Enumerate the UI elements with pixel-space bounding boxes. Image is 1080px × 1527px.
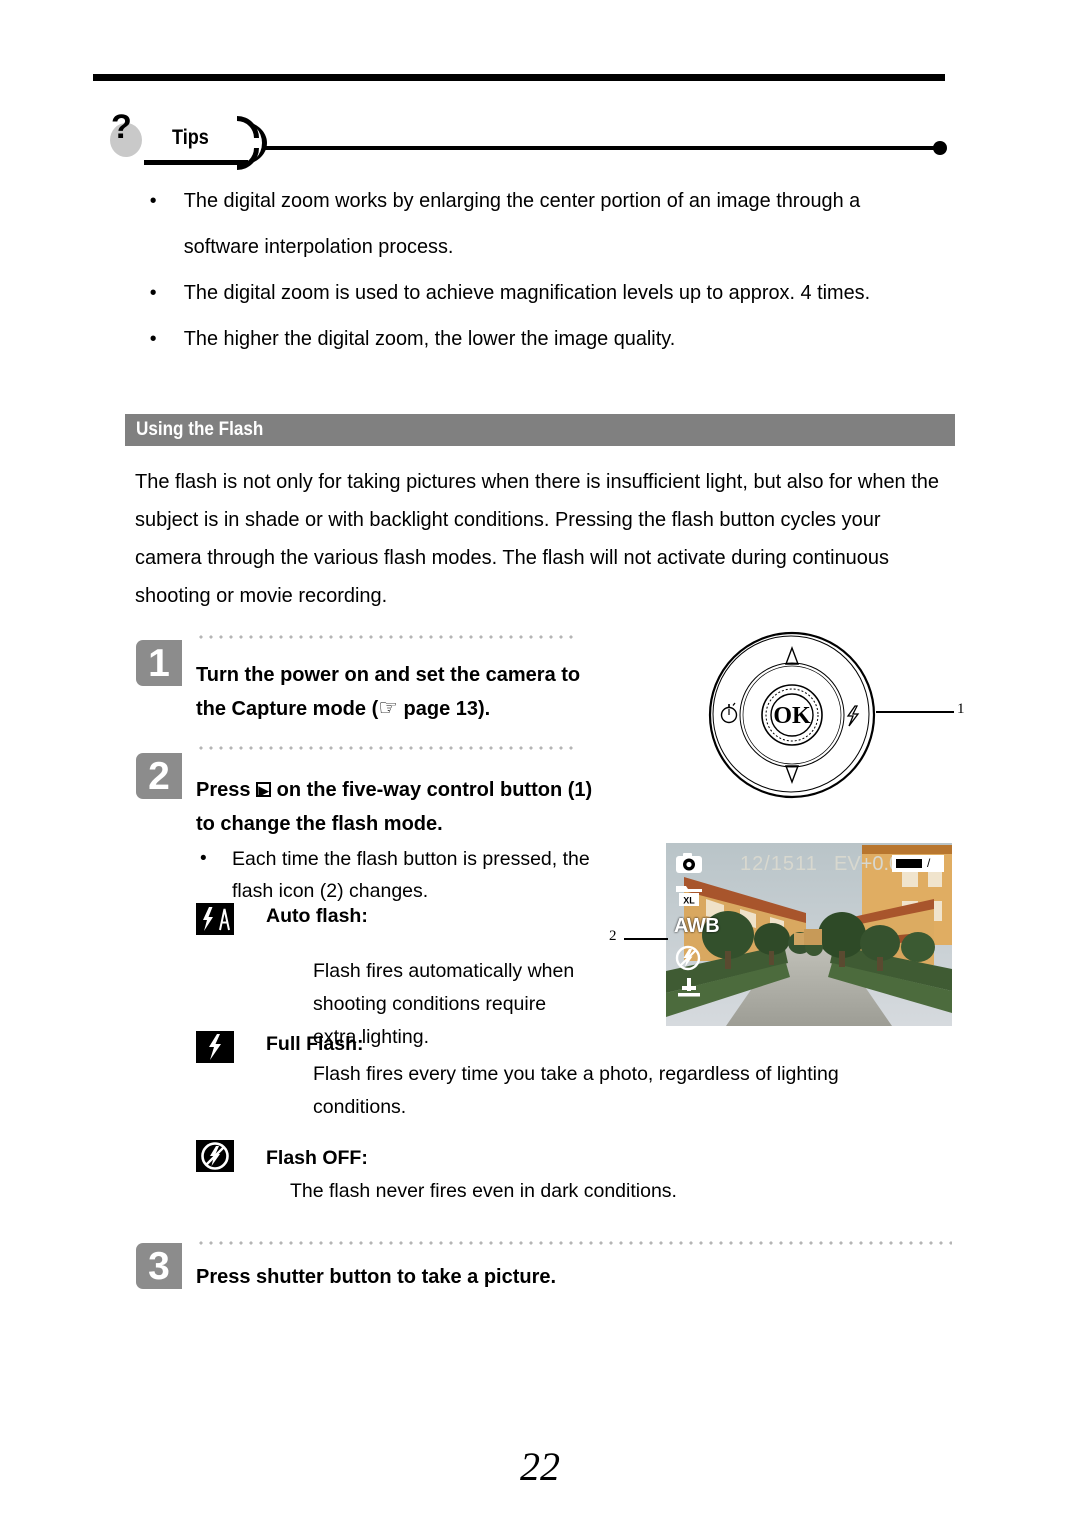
flash-full-icon [196, 1031, 234, 1063]
lcd-callout-label: 2 [609, 928, 617, 944]
right-arrow-icon: ▶ [256, 782, 272, 797]
section-intro-paragraph: The flash is not only for taking picture… [135, 470, 940, 607]
bullet-glyph: • [200, 848, 207, 869]
lcd-callout-leader-line [624, 938, 668, 940]
flash-mode-title-auto: Auto flash: [266, 905, 368, 927]
five-way-control-diagram: OK [705, 628, 880, 803]
pointing-hand-icon: ☞ [378, 696, 398, 721]
svg-text:XL: XL [683, 896, 695, 906]
page-top-rule [93, 74, 945, 81]
flash-mode-description-off: The flash never fires even in dark condi… [290, 1180, 677, 1202]
step-text-2: Press ▶ on the five-way control button (… [196, 773, 596, 841]
tips-horizontal-line [263, 146, 939, 150]
list-item-text: The higher the digital zoom, the lower t… [183, 327, 676, 350]
bullet-glyph: • [149, 282, 157, 304]
section-header-bar: Using the Flash [125, 414, 955, 446]
step-text-3: Press shutter button to take a picture. [196, 1266, 557, 1288]
list-item-text: The digital zoom works by enlarging the … [183, 189, 861, 258]
battery-slash-label: / [927, 856, 931, 870]
step-2-text-part1: Press [196, 779, 257, 801]
list-item: • The digital zoom works by enlarging th… [143, 178, 921, 270]
flash-mode-description-full: Flash fires every time you take a photo,… [313, 1063, 839, 1118]
step-badge-3: 3 [136, 1243, 182, 1289]
step-divider-2 [196, 746, 579, 750]
list-item: • The higher the digital zoom, the lower… [143, 316, 950, 362]
step-divider-3 [196, 1241, 952, 1245]
battery-indicator-icon: / [892, 855, 944, 872]
dial-callout-leader-line [876, 711, 954, 713]
dial-callout-label: 1 [957, 701, 965, 717]
page-number: 22 [520, 1444, 560, 1489]
step-badge-2: 2 [136, 753, 182, 799]
dial-center-ok-label: OK [773, 703, 811, 729]
lcd-ev-value: EV+0.0 [834, 853, 901, 875]
tips-label: Tips [172, 126, 209, 149]
bullet-glyph: • [149, 328, 157, 350]
step-text-1: Turn the power on and set the camera to … [196, 658, 596, 726]
sub-bullet-item: • Each time the flash button is pressed,… [196, 843, 622, 907]
section-title: Using the Flash [136, 419, 264, 440]
step-divider-1 [196, 635, 579, 639]
flash-auto-icon [196, 903, 234, 935]
bullet-glyph: • [149, 190, 157, 212]
camera-mode-icon [674, 851, 708, 882]
tips-curve-bracket [237, 116, 267, 170]
lcd-shot-counter: 12/1511 [740, 853, 818, 875]
battery-level-fill [896, 859, 922, 868]
flash-off-icon [674, 944, 708, 975]
tips-bullet-list: • The digital zoom works by enlarging th… [143, 178, 953, 362]
awb-label: AWB [674, 915, 720, 937]
lcd-osd-icon-column: XL AWB [674, 851, 720, 1006]
flash-mode-title-full: Full Flash: [266, 1033, 364, 1055]
list-item-text: The digital zoom is used to achieve magn… [183, 281, 871, 304]
tips-underline [144, 160, 248, 165]
flash-mode-title-off: Flash OFF: [266, 1147, 368, 1169]
step-badge-1: 1 [136, 640, 182, 686]
question-mark-icon: ? [111, 108, 132, 146]
step-1-text-part2: page 13). [397, 698, 491, 720]
flash-off-icon [196, 1140, 234, 1172]
lcd-preview-image: XL AWB 12/1511 EV+0.0 / [666, 843, 952, 1026]
quality-icon [674, 975, 708, 1006]
list-item: • The digital zoom is used to achieve ma… [143, 270, 950, 316]
tips-header: ? Tips [93, 105, 953, 170]
resolution-xl-icon: XL [674, 882, 708, 913]
tips-end-dot [933, 141, 947, 155]
sub-bullet-text: Each time the flash button is pressed, t… [232, 848, 590, 902]
